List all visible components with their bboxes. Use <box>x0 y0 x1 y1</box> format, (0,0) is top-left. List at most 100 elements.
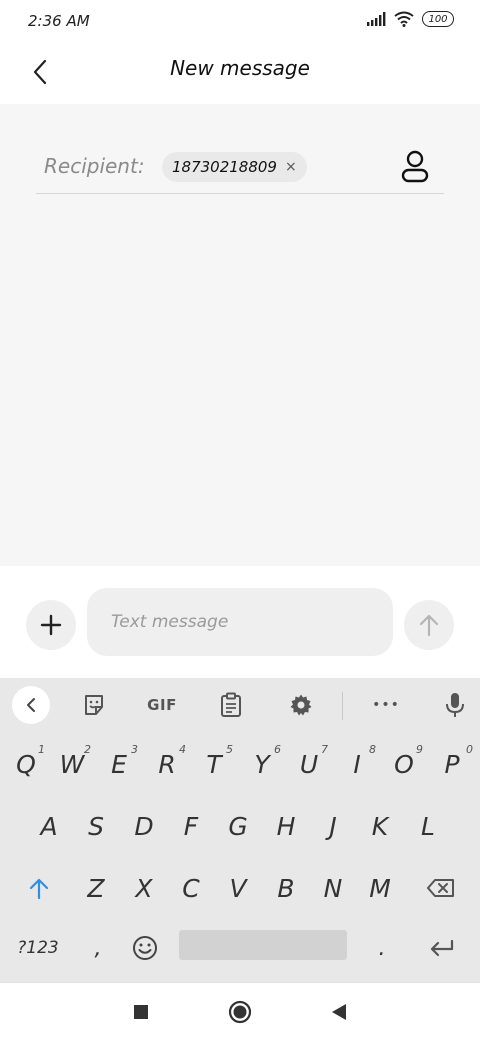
key-q-label: Q <box>16 749 36 779</box>
key-y-label: Y <box>254 749 270 779</box>
key-l[interactable]: L <box>405 796 451 856</box>
contacts-button[interactable] <box>400 150 430 184</box>
smiley-icon <box>133 936 157 960</box>
home-button[interactable] <box>225 997 255 1027</box>
toolbar-divider <box>342 692 343 720</box>
key-u-label: U <box>299 749 319 779</box>
conversation-area: Recipient: 18730218809 × <box>0 104 480 566</box>
key-q[interactable]: Q1 <box>3 734 49 794</box>
gif-label: GIF <box>147 696 177 714</box>
key-t-label: T <box>206 749 222 779</box>
chevron-left-icon <box>33 59 47 85</box>
key-o-label: O <box>394 749 414 779</box>
key-f[interactable]: F <box>168 796 214 856</box>
key-row-1: Q1 W2 E3 R4 T5 Y6 U7 I8 O9 P0 <box>0 734 480 794</box>
square-icon <box>134 1005 148 1019</box>
key-c[interactable]: C <box>168 858 214 918</box>
enter-icon <box>430 939 454 957</box>
key-x[interactable]: X <box>121 858 167 918</box>
more-icon: ••• <box>372 697 400 713</box>
key-r-hint: 4 <box>179 743 186 756</box>
period-key[interactable]: . <box>360 918 404 978</box>
key-q-hint: 1 <box>38 743 45 756</box>
backspace-icon <box>427 879 454 897</box>
message-input[interactable] <box>87 588 393 656</box>
shift-key[interactable] <box>14 858 64 918</box>
send-button[interactable] <box>404 600 454 650</box>
key-e-hint: 3 <box>131 743 138 756</box>
more-button[interactable]: ••• <box>368 688 404 722</box>
battery-icon: 100 <box>422 11 454 27</box>
clipboard-icon <box>221 692 241 717</box>
key-j[interactable]: J <box>310 796 356 856</box>
status-time: 2:36 AM <box>28 12 90 30</box>
arrow-up-icon <box>419 614 439 637</box>
recipient-label: Recipient: <box>44 154 145 178</box>
sticker-button[interactable] <box>76 688 112 722</box>
key-o[interactable]: O9 <box>381 734 427 794</box>
keyboard-collapse-button[interactable] <box>12 686 50 724</box>
key-n[interactable]: N <box>310 858 356 918</box>
key-y[interactable]: Y6 <box>239 734 285 794</box>
space-bar-shape <box>179 930 347 960</box>
microphone-icon <box>446 693 464 717</box>
key-i-hint: 8 <box>369 743 376 756</box>
shift-arrow-icon <box>29 878 49 899</box>
attach-button[interactable] <box>26 600 76 650</box>
back-button[interactable] <box>22 54 58 90</box>
status-bar: 2:36 AM 100 <box>0 0 480 42</box>
key-o-hint: 9 <box>416 743 423 756</box>
key-v[interactable]: V <box>215 858 261 918</box>
back-nav-button[interactable] <box>324 997 354 1027</box>
key-b[interactable]: B <box>263 858 309 918</box>
gif-button[interactable]: GIF <box>144 688 180 722</box>
key-p-label: P <box>444 749 460 779</box>
key-r[interactable]: R4 <box>144 734 190 794</box>
key-g[interactable]: G <box>215 796 261 856</box>
key-w-hint: 2 <box>84 743 91 756</box>
key-t-hint: 5 <box>226 743 233 756</box>
key-e-label: E <box>111 749 127 779</box>
key-h[interactable]: H <box>263 796 309 856</box>
key-d[interactable]: D <box>121 796 167 856</box>
key-m[interactable]: M <box>357 858 403 918</box>
key-i[interactable]: I8 <box>334 734 380 794</box>
clipboard-button[interactable] <box>213 688 249 722</box>
settings-button[interactable] <box>283 688 319 722</box>
backspace-key[interactable] <box>414 858 468 918</box>
key-e[interactable]: E3 <box>96 734 142 794</box>
enter-key[interactable] <box>416 918 468 978</box>
key-k[interactable]: K <box>357 796 403 856</box>
key-p[interactable]: P0 <box>429 734 475 794</box>
key-row-4: ?123 , . <box>0 918 480 978</box>
home-circle-icon <box>228 1000 252 1024</box>
key-row-2: A S D F G H J K L <box>0 796 480 856</box>
key-s[interactable]: S <box>73 796 119 856</box>
key-r-label: R <box>158 749 176 779</box>
key-z[interactable]: Z <box>73 858 119 918</box>
key-p-hint: 0 <box>466 743 473 756</box>
recipient-field[interactable]: Recipient: 18730218809 × <box>36 144 444 194</box>
recipient-chip-number: 18730218809 <box>172 158 277 176</box>
wifi-icon <box>394 11 414 27</box>
key-t[interactable]: T5 <box>191 734 237 794</box>
plus-icon <box>40 614 62 636</box>
sticker-icon <box>85 695 103 715</box>
recents-button[interactable] <box>126 997 156 1027</box>
symbols-key[interactable]: ?123 <box>10 918 66 978</box>
keyboard-toolbar: GIF ••• <box>0 678 480 732</box>
chevron-left-icon <box>27 698 35 712</box>
triangle-back-icon <box>332 1004 346 1020</box>
key-a[interactable]: A <box>26 796 72 856</box>
voice-input-button[interactable] <box>437 688 473 722</box>
key-i-label: I <box>353 749 361 779</box>
close-icon[interactable]: × <box>285 159 297 175</box>
emoji-key[interactable] <box>122 918 168 978</box>
key-u-hint: 7 <box>321 743 328 756</box>
compose-bar <box>0 566 480 678</box>
page-title: New message <box>170 56 310 80</box>
comma-key[interactable]: , <box>76 918 120 978</box>
key-u[interactable]: U7 <box>286 734 332 794</box>
key-w[interactable]: W2 <box>49 734 95 794</box>
recipient-chip[interactable]: 18730218809 × <box>162 152 307 182</box>
